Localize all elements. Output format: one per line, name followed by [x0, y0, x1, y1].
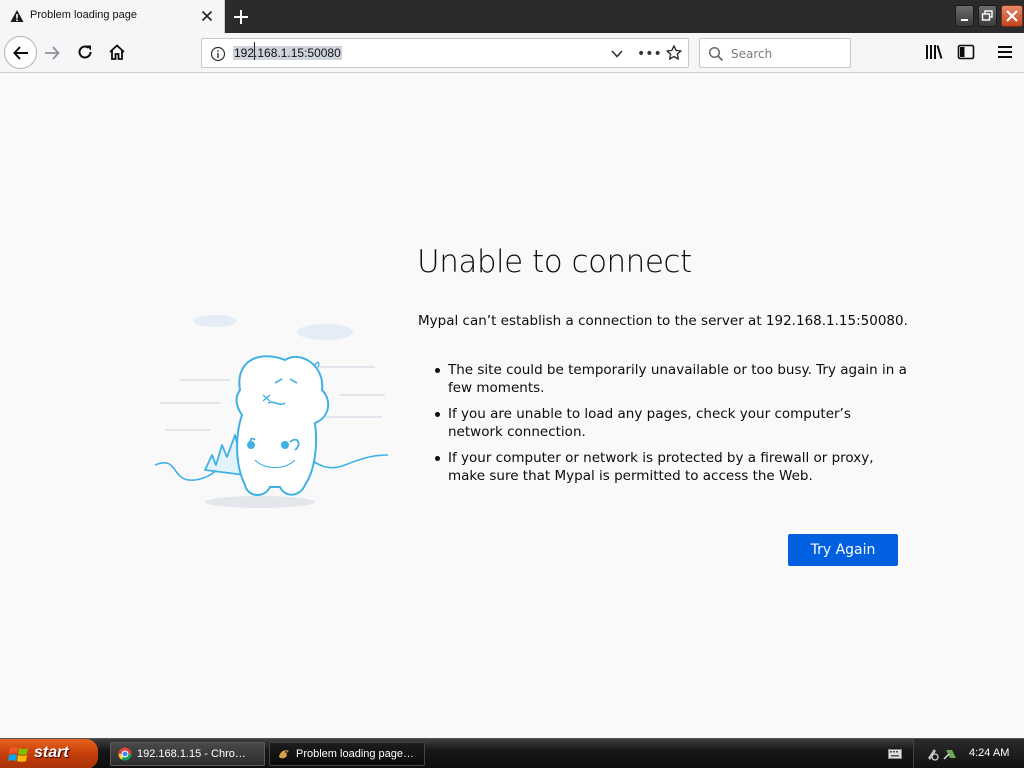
url-text[interactable]: 192.168.1.15:50080 — [233, 46, 342, 60]
search-icon — [708, 46, 724, 62]
taskbar-item-mypal[interactable]: Problem loading page… — [269, 742, 425, 766]
close-icon — [1006, 10, 1018, 22]
taskbar: start 192.168.1.15 - Chro… Problem loadi… — [0, 738, 1024, 768]
close-window-button[interactable] — [1001, 5, 1023, 27]
text-cursor — [254, 42, 255, 60]
tab-problem-loading[interactable]: Problem loading page — [0, 0, 225, 33]
suggestion-item: If you are unable to load any pages, che… — [435, 405, 908, 441]
disconnected-dino-illustration — [154, 315, 389, 508]
tab-close-icon[interactable] — [199, 8, 215, 24]
url-bar[interactable]: 192.168.1.15:50080 ••• — [201, 38, 689, 68]
start-label: start — [34, 744, 69, 761]
suggestion-item: The site could be temporarily unavailabl… — [435, 362, 907, 396]
taskbar-item-chrome[interactable]: 192.168.1.15 - Chro… — [110, 742, 265, 766]
hamburger-menu-icon[interactable] — [997, 45, 1013, 59]
keyboard-icon[interactable] — [888, 748, 902, 760]
info-icon[interactable] — [210, 46, 226, 62]
error-description: Mypal can’t establish a connection to th… — [418, 313, 908, 329]
clock: 4:24 AM — [969, 747, 1010, 759]
try-again-button[interactable]: Try Again — [788, 534, 898, 566]
restore-icon — [981, 10, 993, 21]
more-dots-icon[interactable]: ••• — [637, 46, 662, 62]
error-suggestions: The site could be temporarily unavailabl… — [435, 361, 908, 493]
back-arrow-icon — [13, 46, 28, 60]
minimize-button[interactable] — [955, 5, 974, 27]
search-placeholder: Search — [731, 47, 773, 61]
mypal-icon — [279, 750, 289, 759]
library-icon[interactable] — [925, 44, 943, 60]
search-bar[interactable]: Search — [699, 38, 851, 68]
taskbar-item-label: Problem loading page… — [296, 748, 415, 760]
warning-icon — [10, 10, 24, 22]
suggestion-item: If your computer or network is protected… — [435, 449, 908, 485]
chevron-down-icon[interactable] — [610, 48, 624, 60]
chrome-icon — [118, 747, 132, 761]
tab-strip: Problem loading page — [0, 0, 1024, 33]
forward-arrow-icon[interactable] — [43, 44, 61, 62]
error-title: Unable to connect — [417, 244, 692, 280]
bookmark-star-icon[interactable] — [665, 44, 683, 62]
windows-logo-icon — [8, 746, 28, 762]
network-tools-icon[interactable] — [926, 746, 960, 762]
minimize-icon — [961, 19, 968, 21]
start-button[interactable]: start — [0, 739, 98, 768]
home-icon[interactable] — [108, 43, 126, 61]
sidebar-icon[interactable] — [957, 44, 975, 60]
reload-icon[interactable] — [76, 43, 94, 61]
navigation-toolbar: 192.168.1.15:50080 ••• Search — [0, 33, 1024, 73]
taskbar-item-label: 192.168.1.15 - Chro… — [137, 748, 246, 760]
system-tray: 4:24 AM — [913, 739, 1024, 768]
new-tab-icon[interactable] — [230, 6, 252, 28]
restore-button[interactable] — [978, 5, 997, 27]
back-button[interactable] — [4, 36, 37, 69]
tab-title: Problem loading page — [30, 9, 138, 21]
